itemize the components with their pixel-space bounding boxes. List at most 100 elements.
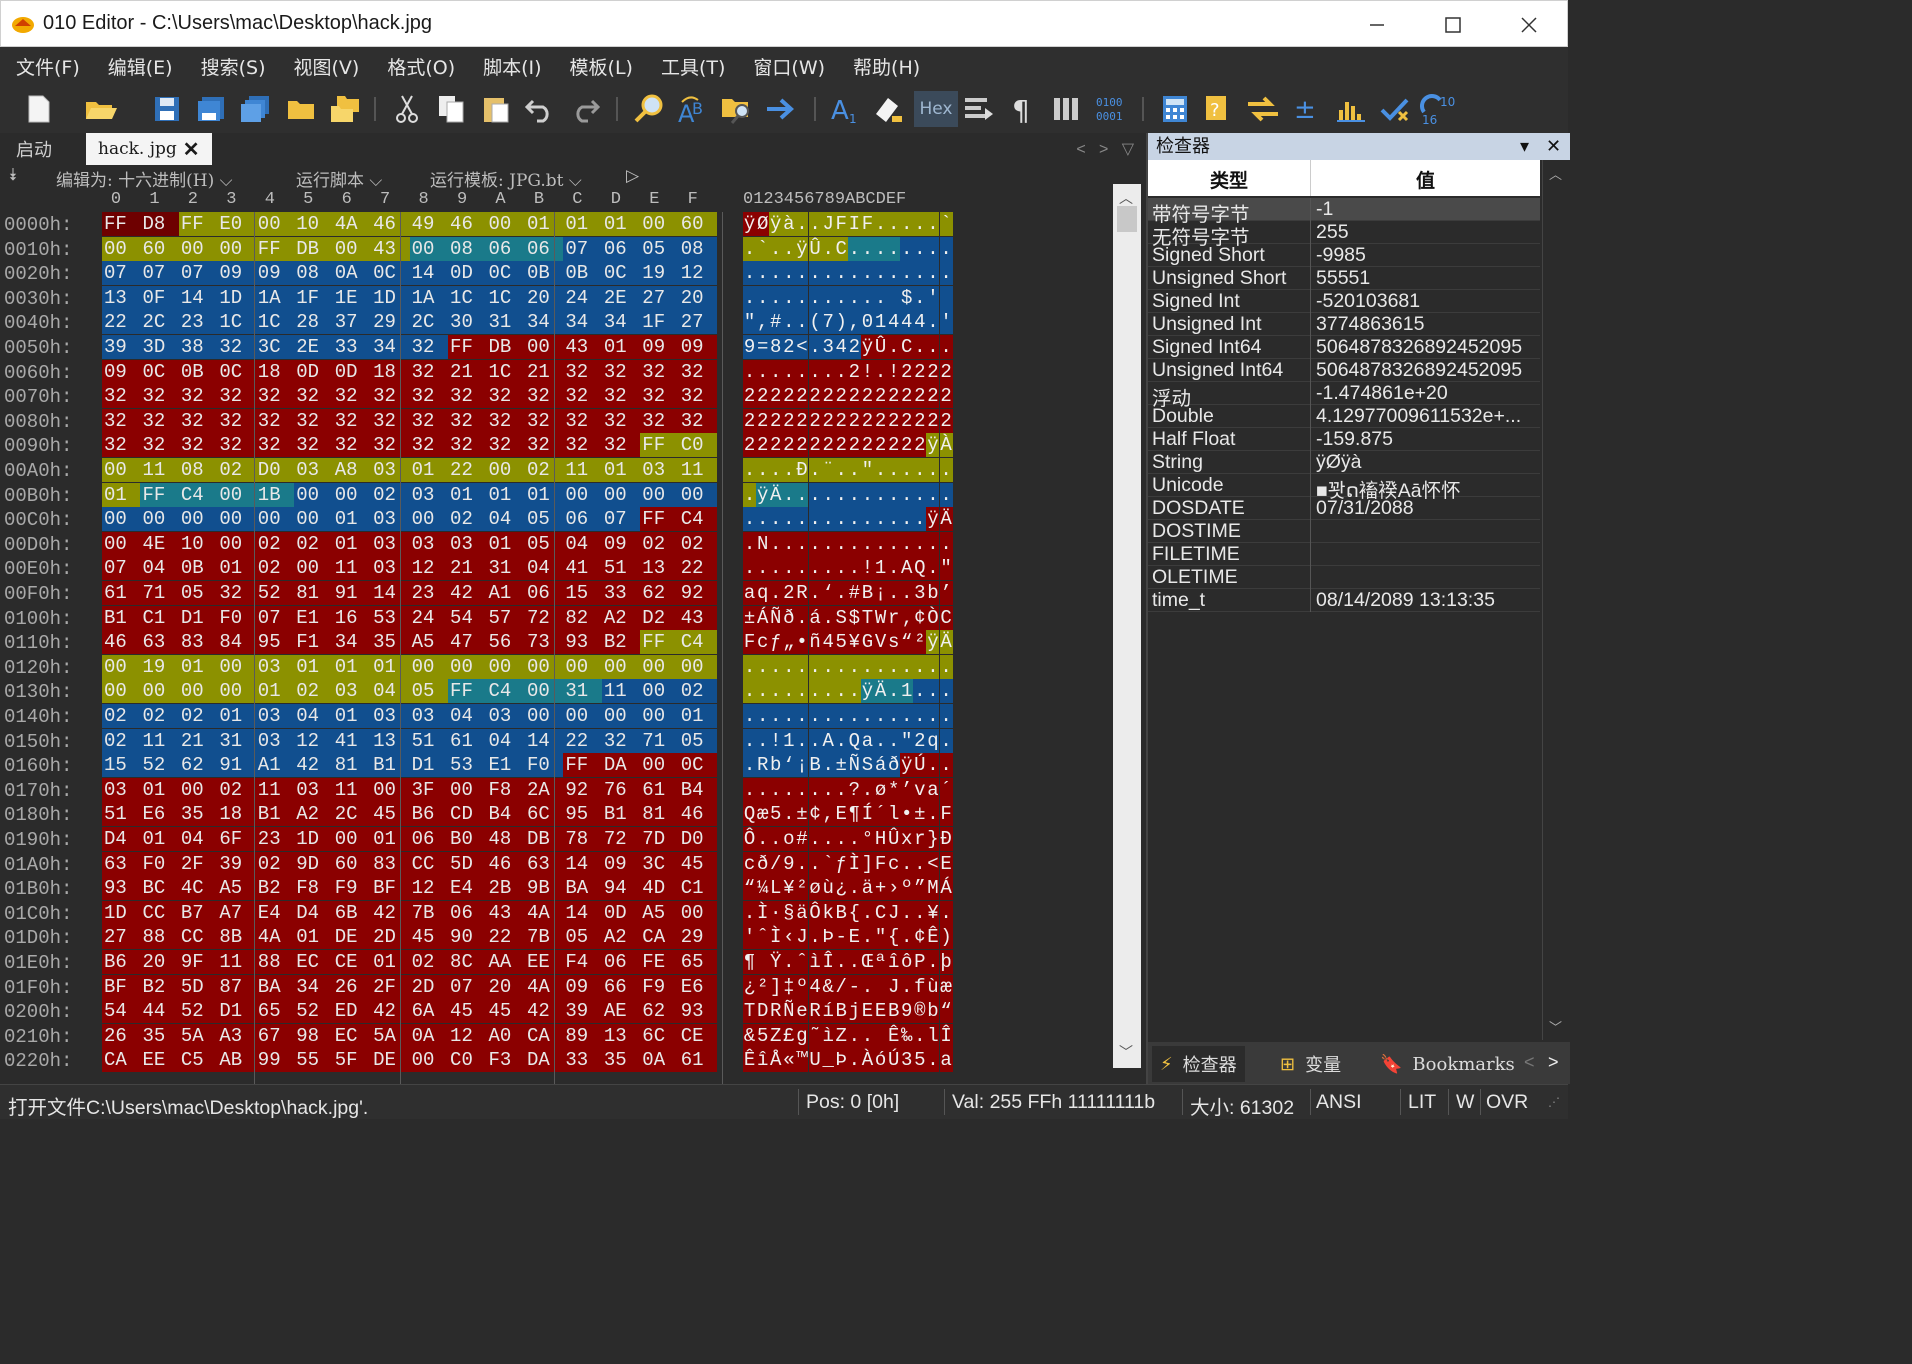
hex-byte[interactable]: 3F [409,777,449,802]
ascii-char[interactable]: ± [834,753,848,778]
inspector-value[interactable]: -520103681 [1316,290,1538,313]
ascii-char[interactable]: ’ [939,581,953,605]
hex-byte[interactable]: 05 [524,531,564,556]
hex-byte[interactable]: 87 [217,974,256,999]
ascii-char[interactable]: $ [847,605,861,630]
ascii-char[interactable]: . [756,728,770,753]
hex-byte[interactable]: 02 [178,704,218,728]
ascii-char[interactable]: 2 [847,433,861,458]
ascii-char[interactable]: 2 [860,384,874,409]
ascii-char[interactable]: . [926,654,940,679]
ascii-char[interactable]: 2 [847,359,861,384]
calculator-button[interactable] [1156,91,1194,127]
ascii-char[interactable]: 2 [782,335,796,359]
hex-row[interactable]: 00F0h: 61 a 71 q 05. 32 2 52 R 81. 91 ‘ 14. 23 #42 B A1 ¡ 0… [0,581,1112,606]
hex-byte[interactable]: 95 [255,630,295,655]
ascii-char[interactable]: . [808,507,822,532]
ascii-char[interactable]: . [743,556,757,581]
ascii-char[interactable]: . [874,261,888,286]
ascii-char[interactable]: . [874,654,888,679]
hex-byte[interactable]: F8 [294,876,333,901]
ascii-char[interactable]: . [834,654,848,679]
hex-byte[interactable]: 6B [332,900,372,925]
inspector-value-header[interactable]: 值 [1416,166,1435,193]
ascii-char[interactable]: 9 [743,335,757,359]
ascii-char[interactable]: R [808,999,822,1024]
hex-row[interactable]: 00E0h: 07. 04. 0B. 01. 02. 00. 11. 03. 12. 21! 31 1 0… [0,556,1112,581]
hex-byte[interactable]: 01 [102,482,141,507]
hex-byte[interactable]: 32 [140,384,179,409]
hex-byte[interactable]: 01 [217,556,256,581]
hex-byte[interactable]: 02 [255,851,295,876]
ascii-char[interactable]: . [834,950,848,974]
ascii-char[interactable]: . [939,261,953,286]
hex-byte[interactable]: 32 [255,384,295,409]
ascii-char[interactable]: ! [860,359,874,384]
hex-byte[interactable]: 04 [178,827,218,851]
hex-byte[interactable]: 73 [524,630,564,655]
ascii-char[interactable]: . [808,777,822,802]
ascii-char[interactable]: 2 [913,384,927,409]
ascii-char[interactable]: r [887,605,901,630]
inspector-row[interactable]: Signed Int -520103681 [1148,290,1540,313]
ascii-char[interactable]: . [900,925,914,950]
hex-byte[interactable]: 32 [678,408,718,433]
ascii-char[interactable]: - [834,925,848,950]
hex-byte[interactable]: E1 [486,753,525,778]
hex-byte[interactable]: 2A [524,777,564,802]
hex-byte[interactable]: 57 [486,605,525,630]
hex-byte[interactable]: 11 [601,679,641,704]
hex-byte[interactable]: 09 [601,851,641,876]
ascii-char[interactable]: ! [860,556,874,581]
ascii-char[interactable]: . [782,482,796,507]
hex-byte[interactable]: 09 [255,261,295,286]
ascii-char[interactable]: 2 [821,433,835,458]
ascii-char[interactable]: 8 [769,335,783,359]
run-template-play-icon[interactable]: ▷ [626,166,639,186]
ascii-char[interactable]: = [756,335,770,359]
hex-byte[interactable]: 98 [294,1023,333,1048]
hex-byte[interactable]: 4A [524,900,564,925]
hex-byte[interactable]: 03 [448,531,487,556]
hex-byte[interactable]: 01 [409,458,449,482]
hex-byte[interactable]: 32 [140,433,179,458]
hex-byte[interactable]: 07 [178,261,218,286]
ascii-char[interactable]: l [887,802,901,827]
hex-byte[interactable]: 35 [601,1048,641,1073]
goto-button[interactable] [762,91,800,127]
ascii-char[interactable]: . [795,556,809,581]
hex-byte[interactable]: 27 [102,925,141,950]
inspector-tab-prev-icon[interactable]: < [1524,1052,1535,1073]
ascii-char[interactable]: 2 [913,728,927,753]
hex-byte[interactable]: 45 [371,802,410,827]
hex-byte[interactable]: 83 [178,630,218,655]
hex-byte[interactable]: 92 [563,777,602,802]
ascii-char[interactable]: ‘ [782,753,796,778]
ascii-char[interactable]: . [756,359,770,384]
ascii-char[interactable]: k [821,900,835,925]
hex-byte[interactable]: 55 [294,1048,333,1073]
ascii-char[interactable]: „ [782,630,796,655]
hex-byte[interactable]: A0 [486,1023,525,1048]
ascii-char[interactable]: . [769,679,783,704]
ascii-char[interactable]: . [900,974,914,999]
ascii-char[interactable]: . [939,458,953,482]
hex-byte[interactable]: 22 [486,925,525,950]
hex-byte[interactable]: 01 [486,531,525,556]
ascii-char[interactable]: 2 [874,433,888,458]
hex-byte[interactable]: 67 [255,1023,295,1048]
hex-byte[interactable]: 00 [217,482,256,507]
ascii-char[interactable]: s [887,630,901,655]
hex-byte[interactable]: 1C [217,310,256,335]
hex-byte[interactable]: 4A [332,212,372,236]
hex-byte[interactable]: 03 [294,458,333,482]
ascii-char[interactable]: . [782,556,796,581]
hex-byte[interactable]: 1A [255,285,295,310]
inspector-row[interactable]: Half Float -159.875 [1148,428,1540,451]
inspector-value[interactable]: 5064878326892452095 [1316,336,1538,359]
ascii-char[interactable]: ± [913,802,927,827]
ascii-char[interactable]: æ [939,974,953,999]
hex-byte[interactable]: A1 [486,581,525,605]
hex-byte[interactable]: A1 [255,753,295,778]
menu-scripts[interactable]: 脚本(I) [475,53,549,80]
